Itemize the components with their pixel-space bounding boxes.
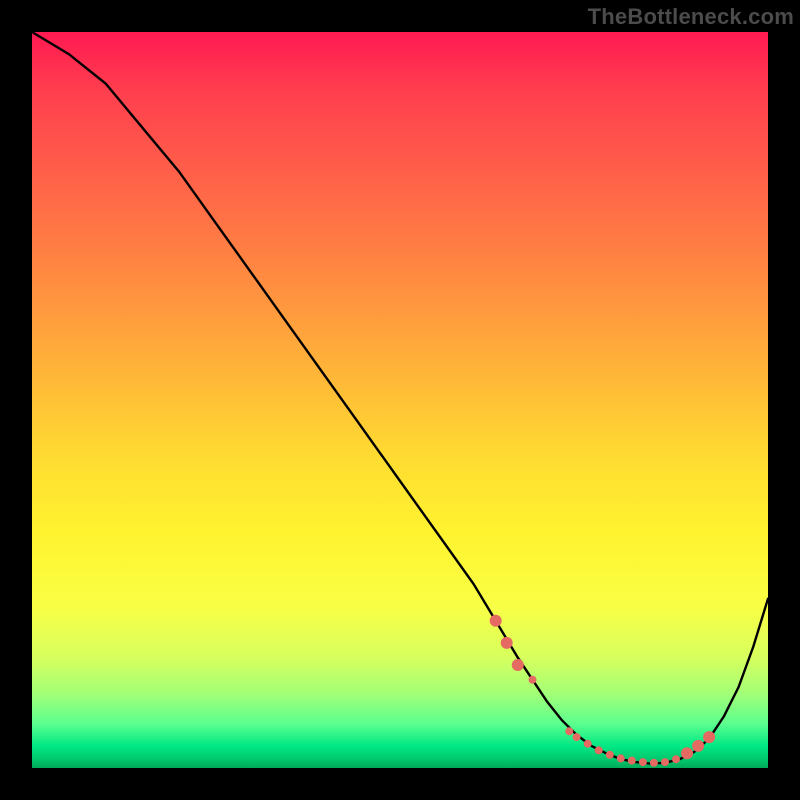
curve-marker bbox=[692, 740, 704, 752]
curve-marker bbox=[606, 751, 614, 759]
curve-marker bbox=[595, 746, 603, 754]
curve-marker bbox=[573, 733, 581, 741]
curve-marker bbox=[672, 755, 680, 763]
curve-marker bbox=[639, 758, 647, 766]
curve-marker bbox=[490, 615, 502, 627]
curve-marker bbox=[661, 758, 669, 766]
curve-marker bbox=[512, 659, 524, 671]
curve-marker bbox=[703, 731, 715, 743]
curve-marker bbox=[681, 747, 693, 759]
plot-area bbox=[32, 32, 768, 768]
bottleneck-curve bbox=[32, 32, 768, 764]
curve-marker bbox=[650, 759, 658, 767]
curve-marker bbox=[501, 637, 513, 649]
curve-markers bbox=[490, 615, 715, 767]
watermark-text: TheBottleneck.com bbox=[588, 4, 794, 30]
chart-frame: TheBottleneck.com bbox=[0, 0, 800, 800]
curve-marker bbox=[529, 676, 537, 684]
curve-marker bbox=[628, 757, 636, 765]
curve-marker bbox=[565, 727, 573, 735]
chart-svg bbox=[32, 32, 768, 768]
curve-marker bbox=[584, 740, 592, 748]
curve-marker bbox=[617, 754, 625, 762]
